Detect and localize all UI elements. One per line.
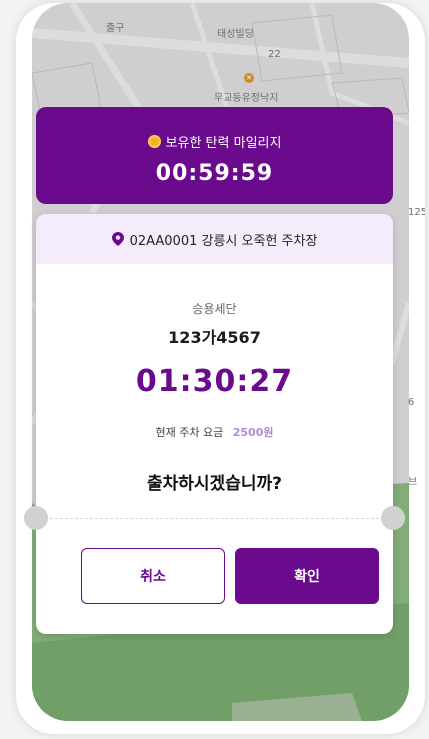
parking-fee-row: 현재 주차 요금 2500원 bbox=[36, 424, 393, 440]
map-label-right-2: 브 bbox=[408, 477, 418, 488]
map-label-road: 125 bbox=[408, 207, 425, 218]
fee-value: 2500원 bbox=[232, 426, 274, 439]
license-plate: 123가4567 bbox=[168, 328, 261, 347]
mileage-timer: 00:59:59 bbox=[155, 161, 274, 186]
map-label-right-1: 6 bbox=[408, 397, 415, 408]
mileage-card: 보유한 탄력 마일리지 00:59:59 bbox=[36, 107, 393, 204]
map-label-exit: 출구 bbox=[106, 23, 125, 34]
restaurant-pin-icon: ✕ bbox=[244, 73, 254, 83]
parking-timer: 01:30:27 bbox=[135, 364, 294, 399]
parking-lot-name: 02AA0001 강릉시 오죽헌 주차장 bbox=[129, 233, 318, 249]
mileage-title: 보유한 탄력 마일리지 bbox=[165, 136, 282, 151]
fee-label: 현재 주차 요금 bbox=[155, 426, 224, 439]
coin-icon bbox=[147, 135, 161, 148]
confirm-button[interactable]: 확인 bbox=[235, 548, 379, 604]
ticket-notch-right bbox=[381, 506, 405, 530]
mileage-title-row: 보유한 탄력 마일리지 bbox=[36, 132, 393, 151]
ticket-notch-left bbox=[24, 506, 48, 530]
map-label-restaurant: 무교동유정낙지 bbox=[214, 93, 279, 104]
map-label-number: 22 bbox=[268, 49, 281, 60]
cancel-button[interactable]: 취소 bbox=[81, 548, 225, 604]
map-label-building: 태성빌딩 bbox=[217, 29, 254, 40]
car-type: 승용세단 bbox=[192, 302, 237, 316]
exit-confirm-modal: 02AA0001 강릉시 오죽헌 주차장 승용세단 123가4567 01:30… bbox=[24, 214, 405, 634]
exit-question: 출차하시겠습니까? bbox=[147, 474, 282, 494]
dashed-divider bbox=[50, 518, 379, 519]
parking-lot-header: 02AA0001 강릉시 오죽헌 주차장 bbox=[36, 214, 393, 264]
location-pin-icon bbox=[111, 232, 124, 246]
